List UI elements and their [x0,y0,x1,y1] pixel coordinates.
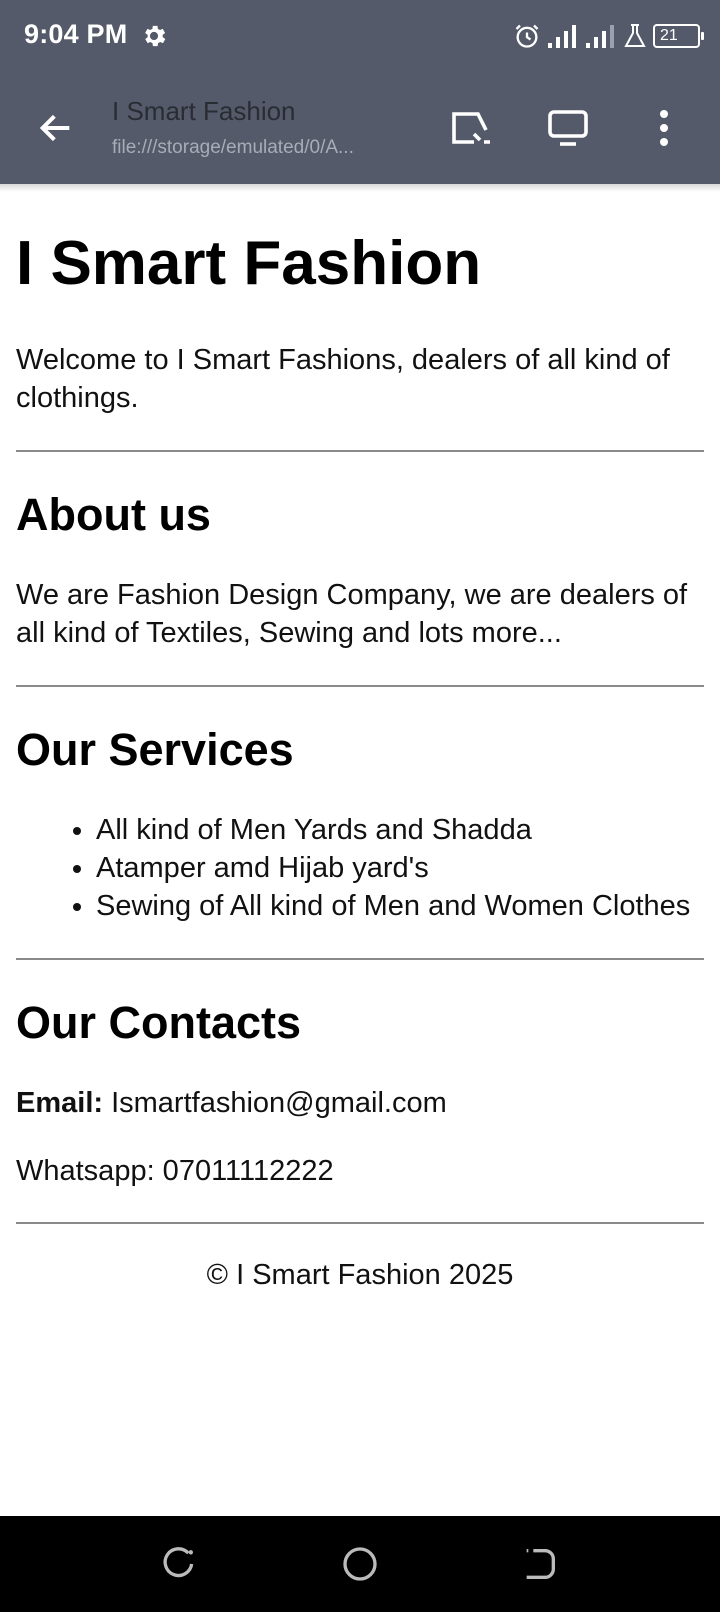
divider [16,1222,704,1224]
more-vert-icon[interactable] [640,104,688,152]
divider [16,685,704,687]
page-title: I Smart Fashion [16,229,482,298]
lab-icon [624,24,646,47]
desktop-view-icon[interactable] [544,104,592,152]
home-icon[interactable] [340,1544,380,1584]
email-line: Email: Ismartfashion@gmail.com [16,1084,704,1122]
email-value: Ismartfashion@gmail.com [111,1087,447,1119]
settings-gear-icon [145,25,166,47]
service-item: Atamper amd Hijab yard's [96,849,704,887]
system-nav-bar [0,1516,720,1612]
back-icon[interactable] [520,1544,560,1584]
battery-level: 21 [660,27,678,44]
about-heading: About us [16,489,211,540]
status-icons: 21 [513,20,704,52]
about-text: We are Fashion Design Company, we are de… [16,579,688,649]
battery-icon: 21 [653,24,704,48]
service-item: All kind of Men Yards and Shadda [96,811,704,849]
toolbar-shadow [0,184,720,192]
services-heading: Our Services [16,724,294,775]
page-content: I Smart Fashion Welcome to I Smart Fashi… [16,195,704,1294]
contacts-heading: Our Contacts [16,997,302,1048]
alarm-icon [515,24,539,48]
browser-toolbar: I Smart Fashion file:///storage/emulated… [0,74,720,184]
signal-icon [586,25,614,48]
service-item: Sewing of All kind of Men and Women Clot… [96,887,704,925]
status-bar: 9:04 PM 21 [0,0,720,74]
welcome-text: Welcome to I Smart Fashions, dealers of … [16,344,670,414]
signal-icon [548,25,576,48]
divider [16,958,704,960]
footer-text: © I Smart Fashion 2025 [206,1259,514,1291]
toolbar-title: I Smart Fashion [112,96,296,126]
recents-icon[interactable] [160,1544,200,1584]
services-list: All kind of Men Yards and Shadda Atamper… [16,811,704,925]
divider [16,450,704,452]
toolbar-url: file:///storage/emulated/0/A... [112,137,354,158]
whatsapp-line: Whatsapp: 07011112222 [16,1155,334,1187]
email-label: Email: [16,1087,104,1119]
back-arrow-icon[interactable] [36,108,76,148]
open-in-browser-icon[interactable] [448,104,496,152]
status-time: 9:04 PM [24,19,128,49]
